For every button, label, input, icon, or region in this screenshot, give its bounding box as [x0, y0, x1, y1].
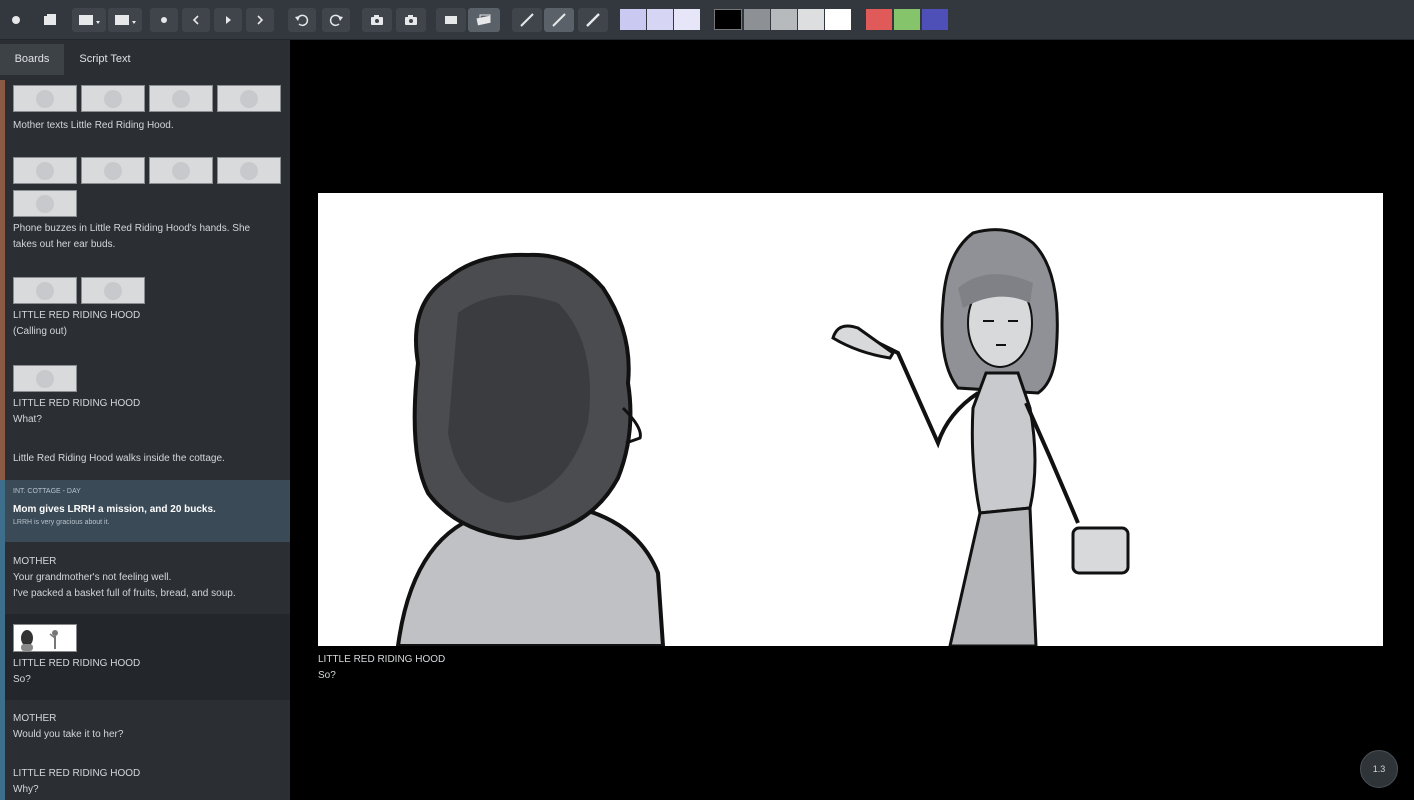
gray-swatch-3[interactable]	[771, 9, 797, 30]
light-table-icon[interactable]	[436, 8, 466, 32]
current-board-thumbnail[interactable]	[13, 624, 77, 652]
tone-swatch-1[interactable]	[620, 9, 646, 30]
board-thumbnail[interactable]	[149, 157, 213, 184]
redo-icon[interactable]	[322, 8, 350, 32]
color-swatch-blue[interactable]	[922, 9, 948, 30]
board-thumbnail[interactable]	[217, 85, 281, 112]
gray-swatch-4[interactable]	[798, 9, 824, 30]
board-thumbnail[interactable]	[217, 157, 281, 184]
tone-swatch-2[interactable]	[647, 9, 673, 30]
board-thumbnail[interactable]	[13, 157, 77, 184]
dialogue: So?	[13, 674, 31, 685]
parenthetical: (Calling out)	[13, 326, 67, 337]
scene-slug: INT. COTTAGE - DAY	[13, 488, 81, 495]
board-description: Mother texts Little Red Riding Hood.	[13, 120, 174, 131]
brush-icon[interactable]	[578, 8, 608, 32]
dialogue: Would you take it to her?	[13, 729, 124, 740]
scene-description: LRRH is very gracious about it.	[13, 519, 110, 526]
board-thumbnail[interactable]	[81, 157, 145, 184]
character-name: MOTHER	[13, 556, 57, 567]
pencil-icon[interactable]	[512, 8, 542, 32]
dialogue: I've packed a basket full of fruits, bre…	[13, 588, 236, 599]
camera-icon[interactable]	[362, 8, 392, 32]
gray-swatch-1[interactable]	[714, 9, 742, 30]
character-name: LITTLE RED RIDING HOOD	[13, 398, 141, 409]
tab-script-text[interactable]: Script Text	[64, 44, 146, 75]
board-thumbnail[interactable]	[81, 85, 145, 112]
character-name: LITTLE RED RIDING HOOD	[13, 768, 141, 779]
caption-character: LITTLE RED RIDING HOOD	[318, 654, 446, 665]
sidebar-tabs: Boards Script Text	[0, 40, 290, 76]
board-thumbnail[interactable]	[13, 190, 77, 217]
undo-icon[interactable]	[288, 8, 316, 32]
dialogue: Your grandmother's not feeling well.	[13, 572, 172, 583]
dialogue: What?	[13, 414, 42, 425]
board-description: Phone buzzes in Little Red Riding Hood's…	[13, 223, 251, 234]
board-thumbnail[interactable]	[13, 277, 77, 304]
drawing-canvas[interactable]	[318, 193, 1383, 646]
duplicate-board-button[interactable]	[108, 8, 142, 32]
action-line: Little Red Riding Hood walks inside the …	[13, 453, 225, 464]
zoom-indicator[interactable]: 1.3	[1360, 750, 1398, 788]
tab-boards[interactable]: Boards	[0, 44, 64, 75]
board-thumbnail[interactable]	[149, 85, 213, 112]
board-description: takes out her ear buds.	[13, 239, 116, 250]
sequence-accent	[0, 80, 5, 480]
color-swatch-green[interactable]	[894, 9, 920, 30]
chevron-left-icon[interactable]	[182, 8, 210, 32]
board-thumbnail[interactable]	[13, 85, 77, 112]
sidebar: Boards Script Text Mother texts Little R…	[0, 40, 290, 800]
color-swatch-red[interactable]	[866, 9, 892, 30]
dialogue: Why?	[13, 784, 39, 795]
chevron-right-icon[interactable]	[246, 8, 274, 32]
play-icon[interactable]	[214, 8, 242, 32]
dot-icon[interactable]	[150, 8, 178, 32]
current-board-item[interactable]: LITTLE RED RIDING HOOD So?	[5, 614, 290, 700]
tone-swatch-3[interactable]	[674, 9, 700, 30]
character-name: LITTLE RED RIDING HOOD	[13, 658, 141, 669]
caption-dialogue: So?	[318, 670, 336, 681]
scene-title: Mom gives LRRH a mission, and 20 bucks.	[13, 504, 216, 515]
camera-alt-icon[interactable]	[396, 8, 426, 32]
record-icon[interactable]	[6, 8, 26, 32]
character-name: MOTHER	[13, 713, 57, 724]
toolbar	[0, 0, 1414, 40]
add-board-button[interactable]	[72, 8, 106, 32]
onion-skin-icon[interactable]	[468, 8, 500, 32]
board-thumbnail[interactable]	[13, 365, 77, 392]
scene-header[interactable]: INT. COTTAGE - DAY Mom gives LRRH a miss…	[5, 480, 290, 542]
board-thumbnail[interactable]	[81, 277, 145, 304]
character-name: LITTLE RED RIDING HOOD	[13, 310, 141, 321]
gray-swatch-2[interactable]	[744, 9, 770, 30]
board-icon[interactable]	[38, 8, 62, 32]
gray-swatch-5[interactable]	[825, 9, 851, 30]
pen-icon[interactable]	[544, 8, 574, 32]
